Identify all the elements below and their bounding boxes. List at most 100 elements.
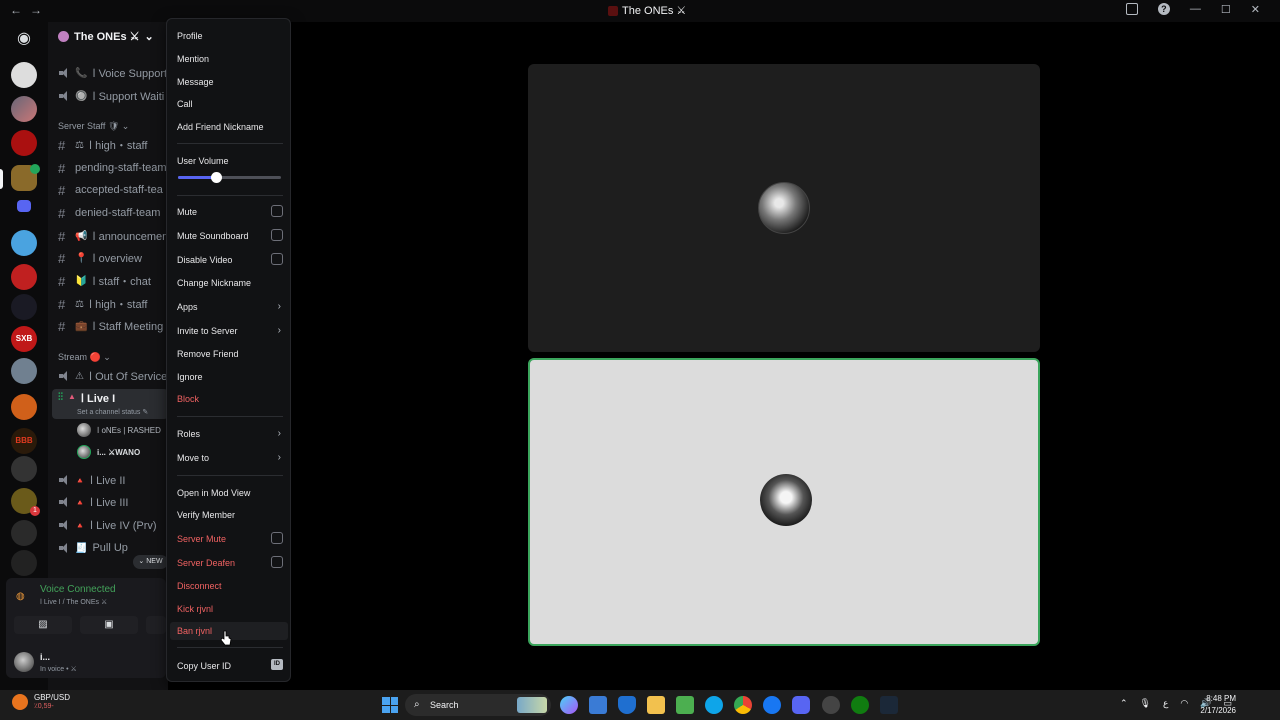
close-button[interactable]: ✕ xyxy=(1251,3,1260,16)
menu-item-verify-member[interactable]: Verify Member xyxy=(177,510,283,520)
file-explorer-icon[interactable] xyxy=(647,696,665,714)
text-channel[interactable]: # 🔰 ا staff・chat xyxy=(58,271,151,291)
menu-item-block[interactable]: Block xyxy=(177,394,283,404)
windows-start-icon[interactable] xyxy=(382,697,398,713)
xbox-icon[interactable] xyxy=(851,696,869,714)
server-icon[interactable] xyxy=(11,294,37,320)
voice-member[interactable]: i... ⚔WANO xyxy=(77,444,140,460)
category-header[interactable]: Stream 🔴 ⌄ xyxy=(58,352,111,363)
checkbox[interactable] xyxy=(271,229,283,241)
edge-icon[interactable] xyxy=(705,696,723,714)
checkbox[interactable] xyxy=(271,205,283,217)
inbox-icon[interactable] xyxy=(1125,3,1138,15)
wifi-icon[interactable]: ◠ xyxy=(1180,698,1188,709)
widgets-button[interactable]: GBP/USD ٪0,59- xyxy=(12,693,70,710)
minecraft-icon[interactable] xyxy=(676,696,694,714)
steam-icon[interactable] xyxy=(880,696,898,714)
text-channel[interactable]: # denied-staff-team xyxy=(58,203,160,223)
camera-off-button[interactable]: ▨ xyxy=(14,616,72,634)
server-icon[interactable]: SXB xyxy=(11,326,37,352)
taskbar-search[interactable]: ⌕ Search xyxy=(405,694,551,716)
activity-button[interactable] xyxy=(146,616,166,634)
new-unreads-pill[interactable]: ⌄ NEW xyxy=(133,555,168,569)
voice-member[interactable]: ا oNEs | RASHED xyxy=(77,422,161,438)
server-icon[interactable] xyxy=(11,358,37,384)
discord-taskbar-icon[interactable] xyxy=(792,696,810,714)
user-volume-slider[interactable] xyxy=(178,172,281,183)
menu-item-kick[interactable]: Kick rjvnl xyxy=(177,604,283,614)
help-icon[interactable]: ? xyxy=(1157,3,1170,15)
voice-location[interactable]: ا Live I / The ONEs ⚔ xyxy=(40,598,107,606)
menu-item-mute[interactable]: Mute xyxy=(177,205,283,217)
user-avatar[interactable] xyxy=(14,652,34,672)
participant-tile-speaking[interactable] xyxy=(528,358,1040,646)
checkbox[interactable] xyxy=(271,532,283,544)
text-channel[interactable]: # ⚖ ا high・staff xyxy=(58,135,147,155)
folder-icon[interactable] xyxy=(17,200,31,212)
menu-item-change-nickname[interactable]: Change Nickname xyxy=(177,278,283,288)
text-channel[interactable]: # 📍 ا overview xyxy=(58,248,142,268)
server-icon[interactable] xyxy=(11,394,37,420)
text-channel[interactable]: # ⚖ ا high・staff xyxy=(58,294,147,314)
copilot-icon[interactable] xyxy=(560,696,578,714)
voice-channel[interactable]: 🔺 ا Live II xyxy=(58,470,125,490)
voice-channel[interactable]: 🔘 ا Support Waiti xyxy=(58,86,164,106)
voice-channel[interactable]: 📞 ا Voice Support xyxy=(58,63,167,83)
server-icon[interactable]: BBB xyxy=(11,428,37,454)
server-icon[interactable] xyxy=(11,230,37,256)
participant-tile[interactable] xyxy=(528,64,1040,352)
menu-item-add-friend-nickname[interactable]: Add Friend Nickname xyxy=(177,122,283,132)
text-channel[interactable]: # pending-staff-team xyxy=(58,158,167,178)
store-icon[interactable] xyxy=(589,696,607,714)
menu-item-copy-user-id[interactable]: Copy User ID ID xyxy=(177,659,283,671)
voice-channel[interactable]: 🔺 ا Live IV (Prv) xyxy=(58,515,157,535)
shield-icon[interactable] xyxy=(618,696,636,714)
category-header[interactable]: Server Staff 🛡 ⌄ xyxy=(58,121,129,132)
menu-item-open-in-mod-view[interactable]: Open in Mod View xyxy=(177,488,283,498)
menu-item-roles[interactable]: Roles › xyxy=(177,428,283,439)
menu-item-message[interactable]: Message xyxy=(177,77,283,87)
menu-item-disable-video[interactable]: Disable Video xyxy=(177,253,283,265)
minimize-button[interactable]: — xyxy=(1190,3,1201,16)
channel-status[interactable]: Set a channel status ✎ xyxy=(77,408,148,416)
maximize-button[interactable]: ☐ xyxy=(1221,3,1231,16)
menu-item-disconnect[interactable]: Disconnect xyxy=(177,581,283,591)
menu-item-server-mute[interactable]: Server Mute xyxy=(177,532,283,544)
text-channel[interactable]: # 💼 ا Staff Meeting xyxy=(58,316,163,336)
checkbox[interactable] xyxy=(271,556,283,568)
chevron-up-icon[interactable]: ⌃ xyxy=(1120,698,1128,709)
user-name[interactable]: i... xyxy=(40,652,50,662)
menu-item-apps[interactable]: Apps › xyxy=(177,301,283,312)
menu-item-profile[interactable]: Profile xyxy=(177,31,283,41)
voice-channel[interactable]: 🧾 Pull Up xyxy=(58,538,128,558)
server-header[interactable]: The ONEs ⚔ ⌄ xyxy=(58,30,154,43)
server-icon[interactable] xyxy=(11,550,37,576)
menu-item-ignore[interactable]: Ignore xyxy=(177,372,283,382)
microphone-icon[interactable]: 🎙 xyxy=(1140,698,1151,709)
clock[interactable]: 8:48 PM 2/17/2026 xyxy=(1200,693,1236,717)
menu-item-server-deafen[interactable]: Server Deafen xyxy=(177,556,283,568)
server-icon[interactable] xyxy=(11,264,37,290)
server-icon[interactable] xyxy=(11,456,37,482)
menu-item-mute-soundboard[interactable]: Mute Soundboard xyxy=(177,229,283,241)
server-icon[interactable] xyxy=(11,62,37,88)
screen-share-button[interactable]: ▣ xyxy=(80,616,138,634)
menu-item-remove-friend[interactable]: Remove Friend xyxy=(177,349,283,359)
menu-item-call[interactable]: Call xyxy=(177,99,283,109)
text-channel[interactable]: # accepted-staff-tea xyxy=(58,180,163,200)
voice-channel[interactable]: ⚠ ا Out Of Service xyxy=(58,366,167,386)
language-indicator[interactable]: ع xyxy=(1163,698,1168,709)
voice-status[interactable]: Voice Connected xyxy=(40,584,116,595)
server-folder-icon[interactable] xyxy=(11,96,37,122)
checkbox[interactable] xyxy=(271,253,283,265)
chrome-icon[interactable] xyxy=(734,696,752,714)
menu-item-move-to[interactable]: Move to › xyxy=(177,452,283,463)
slider-thumb[interactable] xyxy=(211,172,223,183)
voice-channel[interactable]: 🔺 ا Live III xyxy=(58,492,129,512)
menu-item-invite-to-server[interactable]: Invite to Server › xyxy=(177,325,283,336)
app-icon[interactable] xyxy=(822,696,840,714)
discord-home-icon[interactable]: ◉ xyxy=(11,26,37,52)
server-icon[interactable] xyxy=(11,130,37,156)
menu-item-mention[interactable]: Mention xyxy=(177,54,283,64)
server-icon[interactable] xyxy=(11,520,37,546)
